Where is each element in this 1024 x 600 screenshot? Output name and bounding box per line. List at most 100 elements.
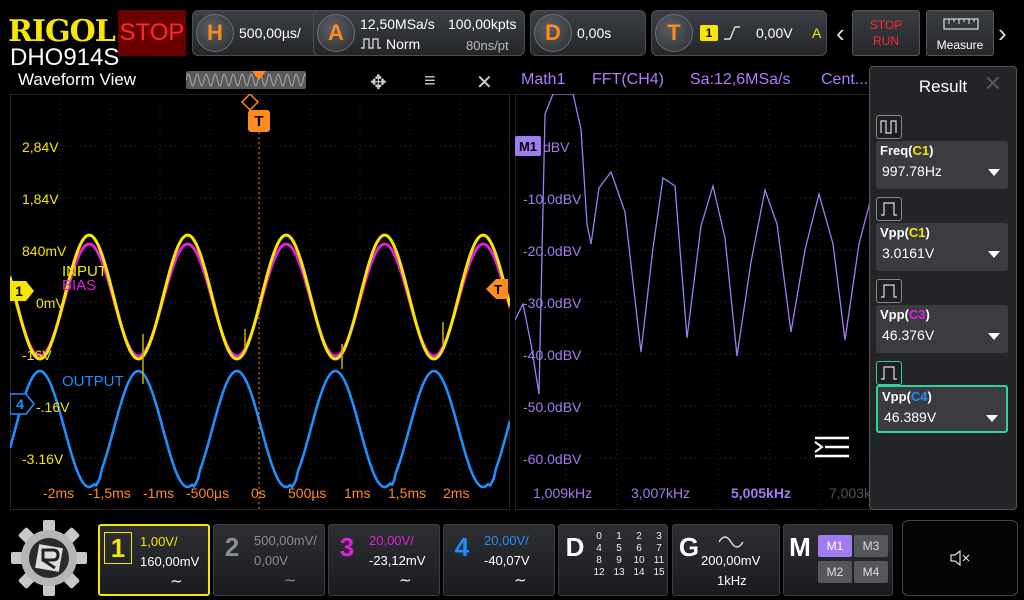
fft-display[interactable]: M1 dBV -10.0dBV -20.0dBV -30.0dBV -40.0d… [515,94,871,510]
digital-control[interactable]: D 0 1 2 3 4 5 6 7 8 9 10 11 12 13 14 15 [558,524,668,596]
waveform-view[interactable]: Waveform View ✥ ≡ ✕ T T 1 4 2,84V 1,84V … [10,66,510,510]
close-icon[interactable]: ✕ [984,71,1002,97]
frequency-icon [876,115,902,139]
measure-button[interactable]: Measure [926,10,994,56]
y-label-6: -3.16V [22,451,64,467]
fft-y-label-3: -30.0dBV [523,295,582,311]
measure-source: C3 [908,307,926,322]
time-per-point: 80ns/pt [466,38,509,53]
rising-edge-icon [724,26,740,40]
ch2-coupling: ∼ [284,572,297,589]
math-channel-label: Math1 [521,71,566,88]
audio-button[interactable] [902,520,1018,596]
fft-view[interactable]: Math1 FFT(CH4) Sa:12,6MSa/s Cent... M1 d… [515,66,871,510]
generator-label: G [678,531,700,562]
trigger-icon: T [655,14,693,52]
run-stop-button[interactable]: STOP RUN [852,10,920,56]
digital-channel-number: 15 [653,567,665,578]
chevron-down-icon[interactable] [988,251,1000,258]
delay-value: 0,00s [577,25,612,41]
rigol-gear-icon [11,520,87,596]
math-offset-marker-label: M1 [519,139,537,154]
run-state-indicator[interactable]: STOP [118,10,186,56]
ch4-control[interactable]: 4 20,00V/ -40,07V ∼ [443,524,555,596]
fft-y-label-4: -40.0dBV [523,347,582,363]
chevron-down-icon[interactable] [986,415,998,422]
trigger-level: 0,00V [756,25,793,41]
ch4-offset-marker-label: 4 [16,396,24,412]
generator-frequency: 1kHz [717,573,747,588]
fft-y-label-5: -50.0dBV [523,399,582,415]
measure-card-vpp-c1[interactable]: Vpp(C1) 3.0161V [876,223,1008,271]
move-hand-icon[interactable]: ✥ [370,70,387,95]
digital-channel-number: 9 [616,555,622,566]
digital-channel-number: 2 [636,531,642,542]
digital-channel-number: 10 [633,555,645,566]
ch3-control[interactable]: 3 20,00V/ -23,12mV ∼ [328,524,440,596]
ch1-control[interactable]: 1 1,00V/ 160,00mV ∼ [98,524,210,596]
measure-card-freq-c1[interactable]: Freq(C1) 997.78Hz [876,141,1008,189]
y-label-4: -16V [22,347,52,363]
ch2-offset: 0,00V [254,553,288,568]
close-icon[interactable]: ✕ [476,70,493,95]
measure-card-vpp-c3[interactable]: Vpp(C3) 46.376V [876,305,1008,353]
vpp-icon [876,361,902,385]
chevron-right-icon[interactable]: › [998,18,1007,49]
fft-center-label: Cent... [821,71,869,88]
chevron-down-icon[interactable] [988,333,1000,340]
math-m1-button[interactable]: M1 [818,535,852,557]
digital-channel-number: 7 [656,543,662,554]
acquire-mode: Norm [386,36,421,52]
y-label-5: -.16V [36,399,70,415]
math-m3-button[interactable]: M3 [854,535,888,557]
memory-waveform-icon [185,73,307,87]
ch1-scale: 1,00V/ [140,534,178,549]
fft-y-label-1: -10.0dBV [523,191,582,207]
ch3-number: 3 [339,531,355,562]
digital-channel-grid: 0 1 2 3 4 5 6 7 8 9 10 11 12 13 14 15 [589,531,669,579]
ch2-number: 2 [224,531,240,562]
generator-control[interactable]: G 200,00mV 1kHz [672,524,780,596]
waveform-display[interactable]: T T 1 4 2,84V 1,84V 840mV 0mV -16V -.16V… [10,94,510,510]
channel-bar: 1 1,00V/ 160,00mV ∼ 2 500,00mV/ 0,00V ∼ … [0,516,1024,600]
delay-control[interactable]: D 0,00s [530,10,646,56]
math-m2-button[interactable]: M2 [818,561,852,583]
math-label: M [789,531,811,562]
measure-label: Measure [936,38,984,52]
measure-value: 3.0161V [882,245,935,261]
x-label-7: 1,5ms [388,485,426,501]
speaker-mute-icon [950,549,970,567]
math-m4-button[interactable]: M4 [854,561,888,583]
digital-channel-number: 1 [616,531,622,542]
x-label-4: 0s [251,485,266,501]
measure-source: C1 [908,225,926,240]
acquire-control[interactable]: A 12,50MSa/s Norm 100,00kpts 80ns/pt [313,10,525,56]
vpp-icon [876,279,902,303]
ch2-control[interactable]: 2 500,00mV/ 0,00V ∼ [213,524,325,596]
trigger-time-marker-label: T [254,113,263,130]
measure-name: Freq [880,143,909,158]
chevron-left-icon[interactable]: ‹ [836,18,845,49]
ch4-coupling: ∼ [514,572,527,589]
math-control[interactable]: M M1 M3 M2 M4 [783,524,893,596]
digital-channel-number: 13 [613,567,625,578]
ch1-offset: 160,00mV [140,554,200,569]
menu-icon[interactable]: ≡ [424,70,436,93]
acquire-mode-icon [361,38,381,49]
trigger-control[interactable]: T 1 0,00V A [651,10,827,56]
fft-x-label-3: 7,003kHz [829,485,871,501]
measure-card-vpp-c4[interactable]: Vpp(C4) 46.389V [876,385,1008,433]
fft-sample-rate: Sa:12,6MSa/s [690,71,791,88]
home-button[interactable] [6,518,92,598]
ruler-icon [943,18,979,30]
trigger-position-marker [252,71,266,80]
chevron-down-icon[interactable] [988,169,1000,176]
memory-scroller[interactable] [185,71,307,89]
ch2-scale: 500,00mV/ [254,533,317,548]
measure-name: Vpp [880,307,905,322]
generator-amplitude: 200,00mV [701,553,761,568]
digital-channel-number: 8 [596,555,602,566]
ch4-scale: 20,00V/ [484,533,529,548]
x-label-5: 500µs [288,485,326,501]
vpp-icon [876,197,902,221]
